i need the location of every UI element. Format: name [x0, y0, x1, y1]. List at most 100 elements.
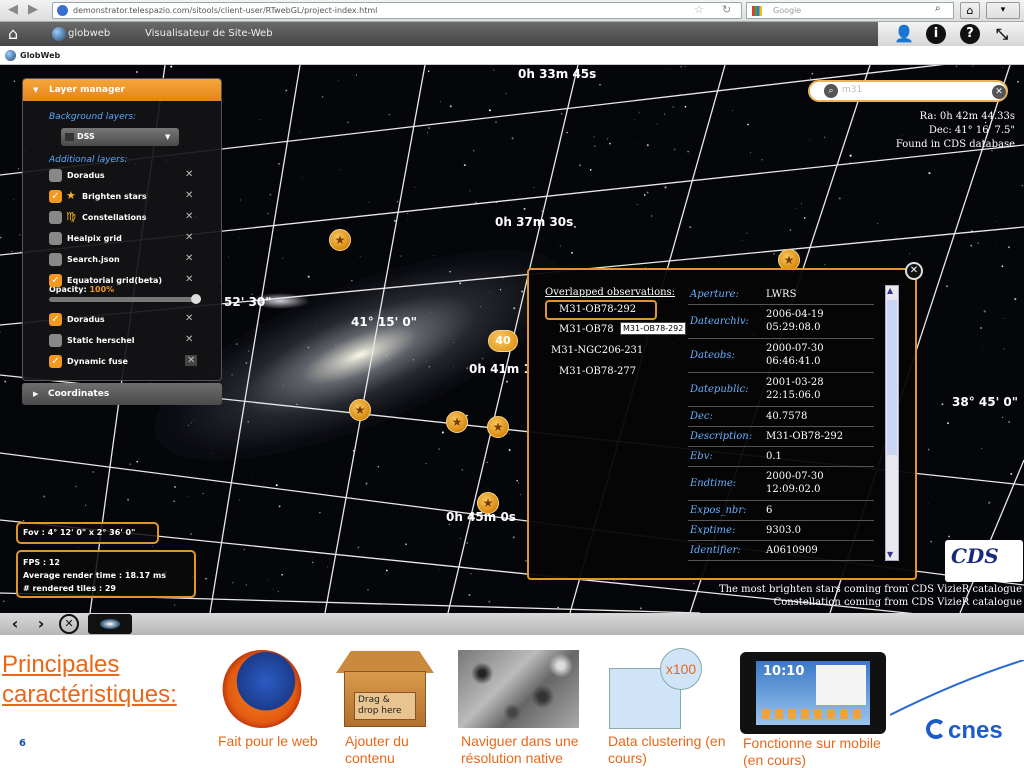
observation-item[interactable]: M31-OB78-277 — [559, 366, 636, 377]
bookmark-star-icon[interactable]: ☆ — [694, 3, 704, 16]
layer-row[interactable]: Healpix grid ✕ — [49, 231, 219, 247]
star-marker[interactable]: ★ — [329, 229, 351, 251]
layer-row[interactable]: ✓ Doradus ✕ — [49, 312, 219, 328]
layer-row[interactable]: Static herschel ✕ — [49, 333, 219, 349]
addon-icon[interactable]: ▾ — [986, 2, 1020, 19]
property-value: 2000-07-30 12:09:02.0 — [766, 471, 824, 495]
cds-logo-text: CDS — [951, 544, 999, 568]
layer-row[interactable]: ♍ Constellations ✕ — [49, 210, 219, 226]
observation-item[interactable]: M31-OB78-292 — [559, 304, 636, 315]
home-icon[interactable]: ⌂ — [8, 25, 26, 43]
home-browser-icon[interactable]: ⌂ — [960, 2, 980, 19]
layer-name: Doradus — [67, 171, 105, 180]
help-icon[interactable]: ? — [960, 24, 980, 44]
search-result-dec: Dec: 41° 16' 7.5" — [928, 125, 1015, 136]
scroll-up-icon[interactable]: ▲ — [887, 286, 893, 295]
collapse-icon[interactable]: ⤡ — [992, 24, 1012, 44]
property-value: 0.1 — [766, 451, 782, 462]
remove-layer-icon[interactable]: ✕ — [185, 232, 193, 243]
properties-scroll-thumb[interactable] — [887, 300, 897, 455]
cluster-marker[interactable]: 40 — [488, 330, 518, 352]
background-layer-select[interactable]: DSS ▼ — [61, 128, 179, 146]
next-icon[interactable]: › — [31, 614, 51, 634]
fps-text: FPS : 12 — [23, 558, 60, 567]
property-value: 6 — [766, 505, 773, 516]
layer-checkbox[interactable] — [49, 211, 62, 224]
search-box[interactable]: ⌕ m31 ✕ — [808, 80, 1008, 102]
layer-name: Brighten stars — [82, 192, 147, 201]
property-row: Description: M31-OB78-292 — [688, 427, 874, 447]
property-row: Dec: 40.7578 — [688, 407, 874, 427]
close-popup-icon[interactable]: ✕ — [905, 262, 923, 280]
clear-search-icon[interactable]: ✕ — [992, 85, 1006, 99]
layer-row[interactable]: ✓ Equatorial grid(beta) ✕ — [49, 273, 219, 289]
remove-layer-icon[interactable]: ✕ — [185, 355, 198, 366]
search-result: Ra: 0h 42m 44.33s Dec: 41° 16' 7.5" Foun… — [830, 110, 1015, 152]
drag-drop-label: Drag & drop here — [354, 692, 416, 720]
property-row: Ebv: 0.1 — [688, 447, 874, 467]
layer-checkbox[interactable] — [49, 169, 62, 182]
remove-layer-icon[interactable]: ✕ — [185, 274, 193, 285]
layer-name: Static herschel — [67, 336, 135, 345]
globweb-link[interactable]: globweb — [68, 28, 110, 39]
star-marker[interactable]: ★ — [349, 399, 371, 421]
opacity-slider[interactable] — [49, 297, 201, 302]
previous-icon[interactable]: ‹ — [5, 614, 25, 634]
box-icon: Drag & drop here — [336, 651, 434, 729]
layer-name: Healpix grid — [67, 234, 122, 243]
observation-item[interactable]: M31-NGC206-231 — [551, 345, 643, 356]
layer-checkbox[interactable] — [49, 334, 62, 347]
layer-manager-header[interactable]: ▼ Layer manager — [23, 79, 221, 101]
property-value: 2006-04-19 05:29:08.0 — [766, 309, 824, 333]
remove-layer-icon[interactable]: ✕ — [185, 334, 193, 345]
star-marker[interactable]: ★ — [477, 492, 499, 514]
expand-triangle-icon: ▶ — [33, 390, 39, 398]
remove-layer-icon[interactable]: ✕ — [185, 211, 193, 222]
remove-layer-icon[interactable]: ✕ — [185, 169, 193, 180]
layer-checkbox[interactable]: ✓ — [49, 274, 62, 287]
tablet-widget — [816, 665, 866, 705]
search-engine-box[interactable]: Google — [746, 2, 954, 19]
stop-icon[interactable]: ✕ — [59, 614, 79, 634]
additional-layers-title: Additional layers: — [49, 155, 128, 165]
layer-checkbox[interactable]: ✓ — [49, 313, 62, 326]
back-arrow-icon[interactable]: ◀ — [6, 3, 20, 17]
user-icon[interactable]: 👤 — [894, 24, 914, 44]
render-time-text: Average render time : 18.17 ms — [23, 571, 167, 580]
credits: The most brighten stars coming from CDS … — [700, 583, 1022, 609]
layer-row[interactable]: ✓ Dynamic fuse ✕ — [49, 354, 219, 370]
forward-arrow-icon[interactable]: ▶ — [26, 3, 40, 17]
layer-name: Search.json — [67, 255, 120, 264]
remove-layer-icon[interactable]: ✕ — [185, 190, 193, 201]
reload-icon[interactable]: ↻ — [722, 3, 731, 16]
layer-checkbox[interactable]: ✓ — [49, 190, 62, 203]
viewer-bottom-toolbar: ‹ › ✕ — [0, 613, 1024, 635]
property-value: 9303.0 — [766, 525, 801, 536]
magnifier-icon[interactable]: ⌕ — [935, 3, 941, 14]
layer-checkbox[interactable] — [49, 253, 62, 266]
slide-root: ◀ ▶ demonstrator.telespazio.com/sitools/… — [0, 0, 1024, 768]
star-marker[interactable]: ★ — [446, 411, 468, 433]
layer-checkbox[interactable]: ✓ — [49, 355, 62, 368]
observation-item[interactable]: M31-OB78 — [559, 324, 614, 335]
coordinates-panel-header[interactable]: ▶ Coordinates — [22, 383, 222, 405]
remove-layer-icon[interactable]: ✕ — [185, 253, 193, 264]
grid-label-ra-1: 0h 33m 45s — [518, 67, 597, 81]
property-key: Exptime: — [690, 525, 736, 536]
property-value: 40.7578 — [766, 411, 808, 422]
remove-layer-icon[interactable]: ✕ — [185, 313, 193, 324]
viewer-link[interactable]: Visualisateur de Site-Web — [145, 28, 273, 39]
layer-row[interactable]: ✓ ★ Brighten stars ✕ — [49, 189, 219, 205]
search-input[interactable]: m31 — [842, 85, 862, 95]
info-icon[interactable]: i — [926, 24, 946, 44]
opacity-slider-handle[interactable] — [191, 294, 201, 304]
scroll-down-icon[interactable]: ▼ — [887, 550, 893, 559]
layer-checkbox[interactable] — [49, 232, 62, 245]
star-marker[interactable]: ★ — [487, 416, 509, 438]
layer-row[interactable]: Doradus ✕ — [49, 168, 219, 184]
property-row: Datearchiv: 2006-04-19 05:29:08.0 — [688, 305, 874, 339]
layer-row[interactable]: Search.json ✕ — [49, 252, 219, 268]
view-thumbnail[interactable] — [88, 614, 132, 634]
url-bar[interactable]: demonstrator.telespazio.com/sitools/clie… — [52, 2, 742, 19]
observation-tooltip: M31-OB78-292 — [620, 322, 687, 335]
